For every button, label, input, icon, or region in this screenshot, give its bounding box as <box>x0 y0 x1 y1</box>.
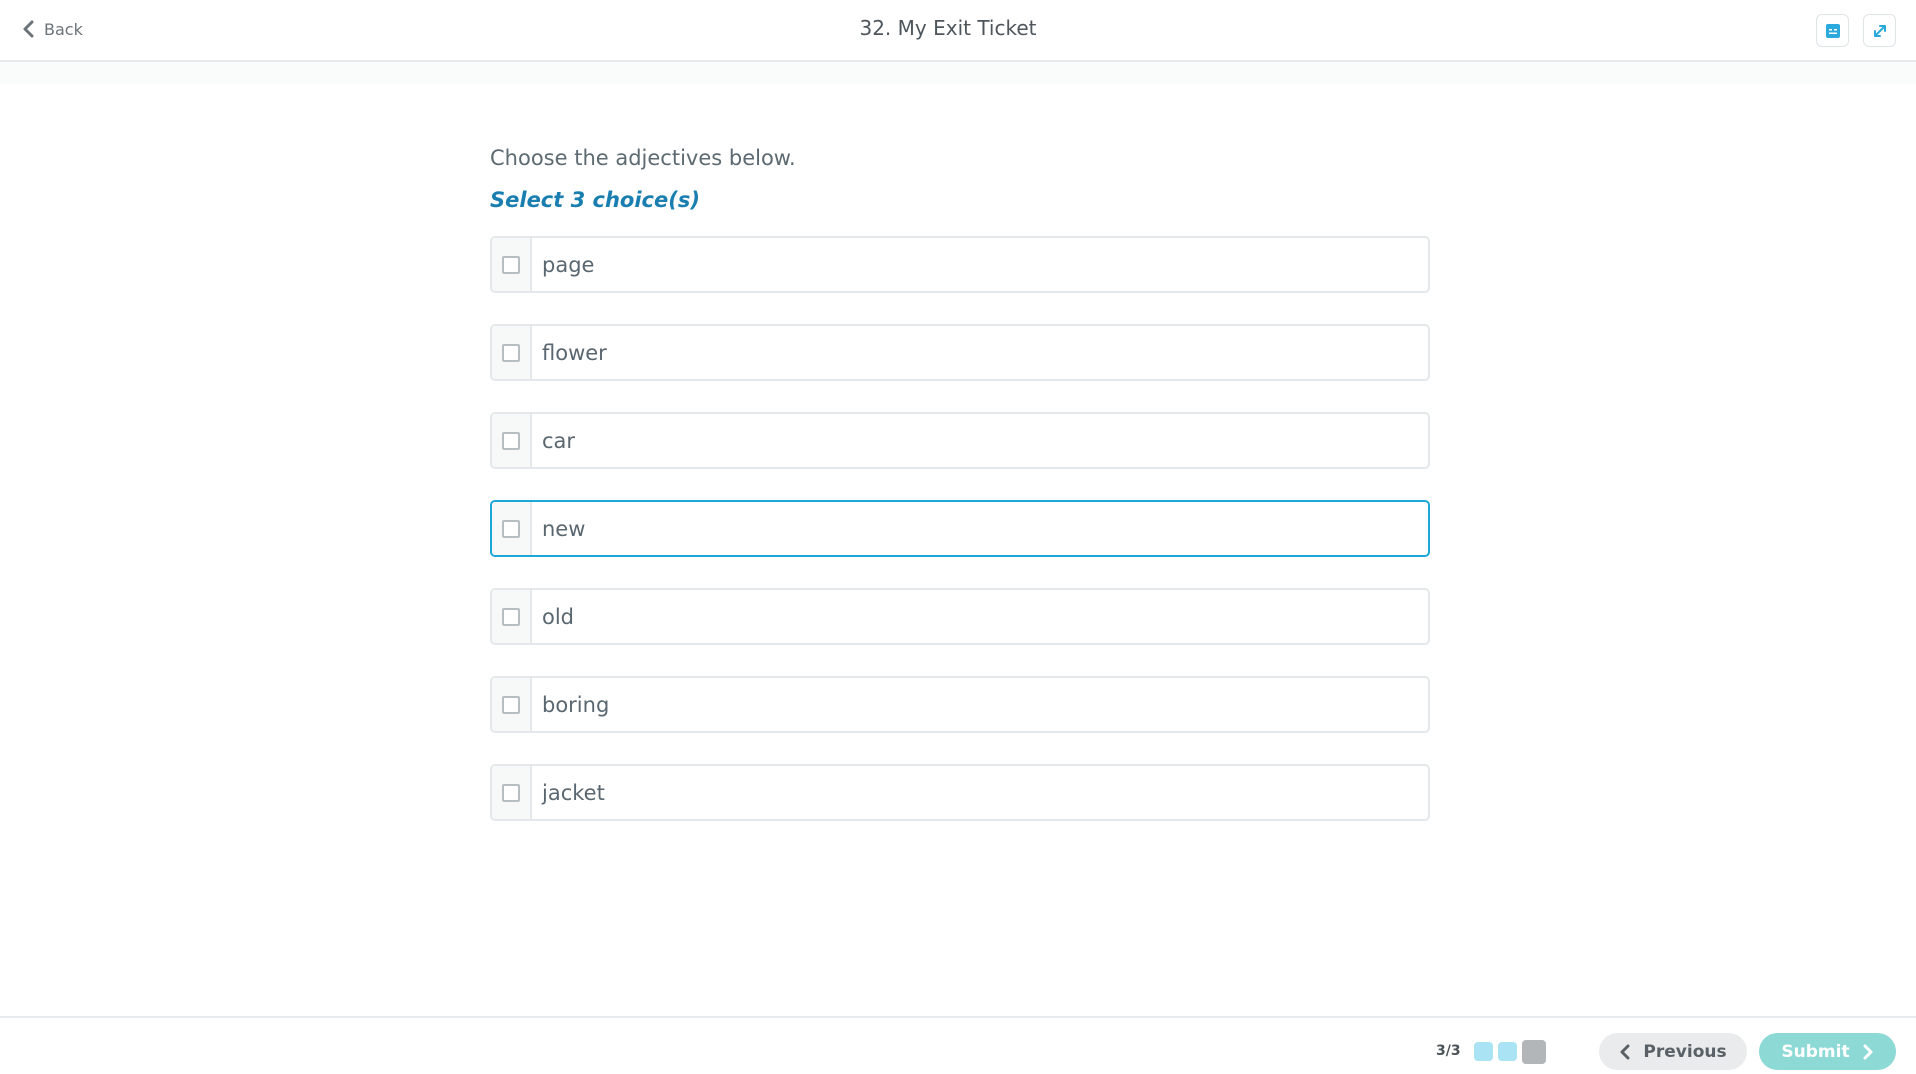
bottom-bar: 3/3 Previous Submit <box>0 1016 1916 1074</box>
previous-button[interactable]: Previous <box>1599 1033 1747 1070</box>
top-bar: Back 32. My Exit Ticket <box>0 0 1916 62</box>
choice-checkbox[interactable] <box>502 343 520 362</box>
choice-label: old <box>542 604 575 629</box>
checkbox-cell <box>492 590 532 643</box>
tool-button[interactable] <box>1816 14 1849 47</box>
page-dot-1[interactable] <box>1474 1042 1493 1061</box>
choice-option[interactable]: page <box>490 236 1430 293</box>
choice-checkbox[interactable] <box>502 255 520 274</box>
submit-label: Submit <box>1781 1041 1850 1062</box>
choice-option-focused[interactable]: new <box>490 500 1430 557</box>
progress-counter: 3/3 <box>1436 1043 1461 1059</box>
choice-label: page <box>542 252 595 277</box>
choice-label: jacket <box>542 780 605 805</box>
header-shadow-band <box>0 62 1916 84</box>
choice-checkbox[interactable] <box>502 783 520 802</box>
fullscreen-button[interactable] <box>1863 14 1896 47</box>
question-panel: Choose the adjectives below. Select 3 ch… <box>490 146 1430 852</box>
choice-option[interactable]: old <box>490 588 1430 645</box>
page-title: 32. My Exit Ticket <box>859 16 1037 40</box>
calculator-icon <box>1825 23 1840 38</box>
expand-icon <box>1873 24 1886 37</box>
checkbox-cell <box>492 414 532 467</box>
choice-option[interactable]: car <box>490 412 1430 469</box>
choice-checkbox[interactable] <box>502 431 520 450</box>
choice-checkbox[interactable] <box>502 607 520 626</box>
chevron-left-icon <box>1620 1044 1630 1059</box>
choice-label: new <box>542 516 586 541</box>
checkbox-cell <box>492 766 532 819</box>
checkbox-cell <box>492 326 532 379</box>
checkbox-cell <box>492 502 532 555</box>
choice-option[interactable]: boring <box>490 676 1430 733</box>
choice-label: car <box>542 428 576 453</box>
page-dot-3[interactable] <box>1522 1040 1546 1064</box>
page-dot-2[interactable] <box>1498 1042 1517 1061</box>
question-prompt: Choose the adjectives below. <box>490 146 796 170</box>
choice-checkbox[interactable] <box>502 519 520 538</box>
chevron-right-icon <box>1863 1044 1873 1059</box>
choice-option[interactable]: jacket <box>490 764 1430 821</box>
checkbox-cell <box>492 678 532 731</box>
checkbox-cell <box>492 238 532 291</box>
choice-option[interactable]: flower <box>490 324 1430 381</box>
selection-instruction: Select 3 choice(s) <box>490 188 700 212</box>
choice-label: boring <box>542 692 610 717</box>
previous-label: Previous <box>1643 1041 1727 1062</box>
choice-list: page flower car new old boring jacket <box>490 236 1430 821</box>
submit-button[interactable]: Submit <box>1759 1033 1896 1070</box>
choice-checkbox[interactable] <box>502 695 520 714</box>
choice-label: flower <box>542 340 607 365</box>
